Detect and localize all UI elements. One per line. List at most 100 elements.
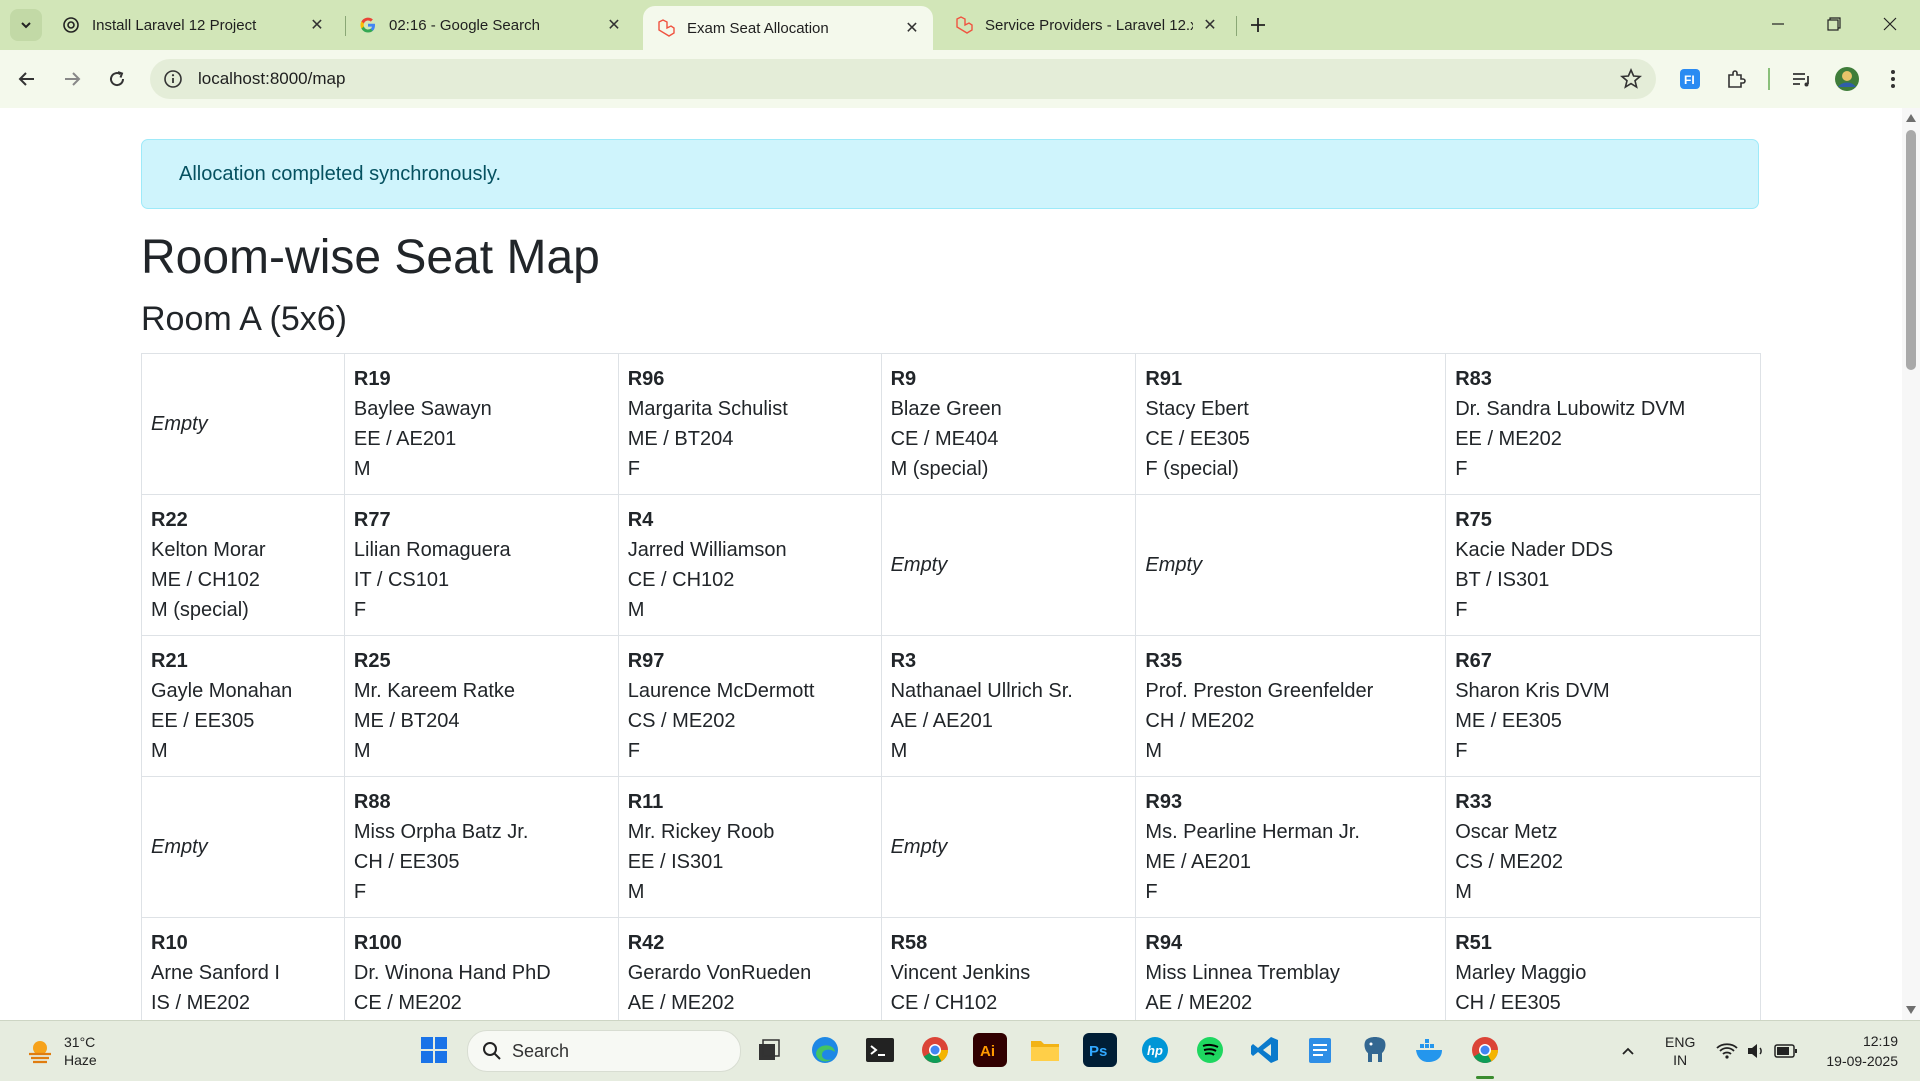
extensions-button[interactable] [1720, 63, 1752, 95]
student-name: Jarred Williamson [627, 539, 787, 561]
student-name: Blaze Green [890, 398, 1002, 420]
url-text[interactable]: localhost:8000/map [198, 69, 345, 89]
show-hidden-icons-button[interactable] [1620, 1021, 1636, 1081]
student-name: Mr. Rickey Roob [627, 821, 775, 843]
new-tab-button[interactable] [1245, 12, 1271, 38]
address-bar[interactable]: localhost:8000/map [150, 59, 1656, 99]
seat-cell: R3 Nathanael Ullrich Sr. AE / AE201 M [880, 635, 1137, 777]
seat-cell: R94 Miss Linnea Tremblay AE / ME202 [1135, 917, 1447, 1020]
volume-icon [1746, 1042, 1766, 1060]
plus-icon [1250, 17, 1266, 33]
close-tab-icon[interactable]: ✕ [903, 19, 921, 37]
tab-title: 02:16 - Google Search [389, 16, 540, 34]
empty-seat: Empty [880, 494, 1137, 636]
seat-cell: R9 Blaze Green CE / ME404 M (special) [880, 353, 1137, 495]
seat-roll-number: R83 [1455, 368, 1492, 390]
tab-install-laravel[interactable]: Install Laravel 12 Project ✕ [48, 6, 338, 44]
seat-roll-number: R11 [627, 791, 664, 813]
language-indicator[interactable]: ENG IN [1665, 1021, 1695, 1081]
scroll-up-arrow[interactable] [1906, 114, 1916, 122]
page-scrollbar[interactable] [1902, 108, 1920, 1020]
back-button[interactable] [10, 62, 44, 96]
hp-app[interactable]: hp [1138, 1033, 1172, 1067]
task-view-button[interactable] [752, 1033, 786, 1067]
svg-text:FI: FI [1684, 73, 1695, 87]
vscode-app[interactable] [1248, 1033, 1282, 1067]
student-name: Gayle Monahan [151, 680, 293, 702]
svg-text:Ai: Ai [980, 1043, 995, 1060]
bookmark-star-icon[interactable] [1620, 68, 1642, 90]
browser-menu-button[interactable] [1877, 63, 1909, 95]
seat-cell: R97 Laurence McDermott CS / ME202 F [617, 635, 882, 777]
edge-icon [810, 1035, 840, 1065]
reload-button[interactable] [100, 62, 134, 96]
profile-avatar[interactable] [1831, 63, 1863, 95]
seat-roll-number: R22 [151, 509, 188, 531]
gender-label: F [627, 458, 640, 480]
terminal-app[interactable] [863, 1033, 897, 1067]
tab-exam-seat-allocation[interactable]: Exam Seat Allocation ✕ [643, 6, 933, 50]
gender-label: M [1455, 881, 1472, 903]
chrome-app[interactable] [918, 1033, 952, 1067]
network-volume-battery[interactable] [1716, 1021, 1798, 1081]
spotify-app[interactable] [1193, 1033, 1227, 1067]
taskbar-search-box[interactable]: Search [467, 1030, 741, 1072]
lang-code: ENG [1665, 1034, 1696, 1050]
seat-cell: R21 Gayle Monahan EE / EE305 M [141, 635, 345, 777]
weather-widget[interactable]: 31°C Haze [26, 1033, 97, 1069]
docker-app[interactable] [1413, 1033, 1447, 1067]
student-name: Kacie Nader DDS [1455, 539, 1614, 561]
restore-button[interactable] [1806, 0, 1862, 48]
extension-fi-button[interactable]: FI [1674, 63, 1706, 95]
tab-service-providers[interactable]: Service Providers - Laravel 12.x ✕ [941, 6, 1231, 44]
tab-title: Exam Seat Allocation [687, 19, 829, 37]
page-title: Room-wise Seat Map [141, 231, 600, 284]
system-clock[interactable]: 12:19 19-09-2025 [1826, 1031, 1898, 1071]
battery-icon [1774, 1043, 1798, 1059]
illustrator-app[interactable]: Ai [973, 1033, 1007, 1067]
gender-label: F [353, 881, 367, 903]
postgres-app[interactable] [1358, 1033, 1392, 1067]
avatar-icon [1834, 66, 1860, 92]
seat-cell: R83 Dr. Sandra Lubowitz DVM EE / ME202 F [1445, 353, 1761, 495]
scroll-down-arrow[interactable] [1906, 1006, 1916, 1014]
gender-label: F [1455, 740, 1468, 762]
student-name: Lilian Romaguera [353, 539, 511, 561]
dept-course: ME / BT204 [627, 428, 734, 450]
tab-title: Service Providers - Laravel 12.x [985, 16, 1193, 34]
forward-button[interactable] [55, 62, 89, 96]
notepad-icon [1307, 1035, 1333, 1065]
dept-course: ME / EE305 [1455, 710, 1562, 732]
chrome-active-app[interactable] [1468, 1033, 1502, 1067]
close-tab-icon[interactable]: ✕ [1201, 16, 1219, 34]
edge-app[interactable] [808, 1033, 842, 1067]
tab-search-button[interactable] [10, 9, 42, 41]
media-control-button[interactable] [1785, 63, 1817, 95]
dept-course: EE / AE201 [353, 428, 457, 450]
seat-cell: R33 Oscar Metz CS / ME202 M [1445, 776, 1761, 918]
empty-seat: Empty [1135, 494, 1447, 636]
terminal-icon [865, 1037, 895, 1063]
lang-region: IN [1673, 1052, 1688, 1068]
seat-cell: R93 Ms. Pearline Herman Jr. ME / AE201 F [1135, 776, 1447, 918]
close-window-button[interactable] [1862, 0, 1918, 48]
folder-icon [1029, 1036, 1061, 1064]
scrollbar-thumb[interactable] [1906, 130, 1916, 370]
close-tab-icon[interactable]: ✕ [308, 16, 326, 34]
toolbar-divider [1768, 68, 1770, 90]
seat-cell: R10 Arne Sanford I IS / ME202 [141, 917, 345, 1020]
seat-roll-number: R21 [151, 650, 188, 672]
file-explorer-app[interactable] [1028, 1033, 1062, 1067]
weather-temp: 31°C [64, 1034, 96, 1050]
seat-roll-number: R77 [353, 509, 391, 531]
start-button[interactable] [417, 1033, 451, 1067]
chrome-icon [920, 1035, 950, 1065]
tab-google-search[interactable]: 02:16 - Google Search ✕ [345, 6, 635, 44]
active-app-indicator [1476, 1076, 1494, 1079]
dept-course: IS / ME202 [151, 992, 250, 1014]
close-tab-icon[interactable]: ✕ [605, 16, 623, 34]
site-info-icon[interactable] [162, 68, 184, 90]
notepad-app[interactable] [1303, 1033, 1337, 1067]
photoshop-app[interactable]: Ps [1083, 1033, 1117, 1067]
minimize-button[interactable] [1750, 0, 1806, 48]
